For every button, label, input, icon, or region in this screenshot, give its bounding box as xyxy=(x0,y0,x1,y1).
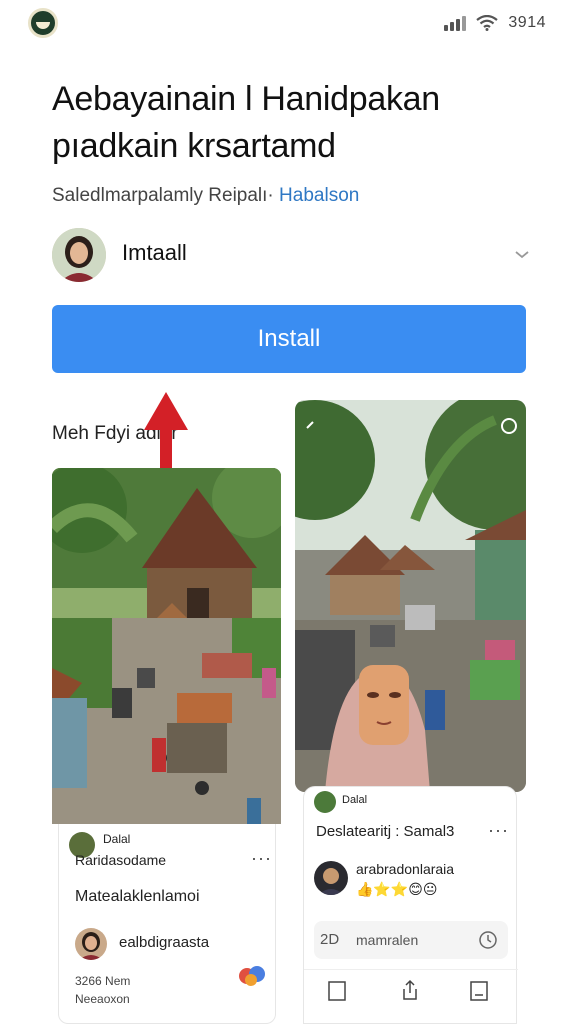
card-title: Deslatearitj : Samal3 xyxy=(316,823,455,840)
clock-icon[interactable] xyxy=(478,930,498,950)
left-card-info: Dalal Raridasodame ··· Matealaklenlamoi … xyxy=(58,824,276,1024)
bookmark-icon[interactable] xyxy=(470,981,488,1001)
app-meta-line: Saledlmarpalamly Reipalı· Habalson xyxy=(52,185,359,207)
cellular-signal-icon xyxy=(444,15,467,31)
comment-input[interactable]: 2D mamralen xyxy=(314,921,508,959)
account-name: Imtaall xyxy=(122,240,187,265)
screenshot-card-left[interactable]: Dalal Raridasodame ··· Matealaklenlamoi … xyxy=(52,468,281,1024)
reaction-badge-icon xyxy=(237,964,267,988)
chevron-down-icon[interactable] xyxy=(512,244,532,264)
commenter-name: ealbdigraasta xyxy=(119,934,210,951)
more-horizontal-icon[interactable]: ··· xyxy=(488,820,509,841)
card-account-label: Dalal xyxy=(103,832,131,846)
install-button[interactable]: Install xyxy=(52,305,526,373)
more-horizontal-icon[interactable]: ··· xyxy=(251,848,272,869)
comment-placeholder: mamralen xyxy=(356,932,419,948)
share-icon[interactable] xyxy=(400,979,420,1001)
status-time: 3914 xyxy=(508,14,546,31)
street-photo xyxy=(295,400,526,792)
card-account-sub: Raridasodame xyxy=(75,852,167,868)
village-photo xyxy=(52,468,281,824)
app-logo-icon xyxy=(28,8,58,38)
account-avatar xyxy=(52,228,106,282)
card-footer-line2: Neeaoxon xyxy=(75,992,130,1006)
card-avatar xyxy=(314,791,336,813)
status-indicators: 3914 xyxy=(444,14,546,32)
commenter-name: arabradonlaraia xyxy=(356,861,455,877)
comment-count: 2D xyxy=(320,931,340,948)
page-title: Aebayainain l Hanidpakan pıadkain krsart… xyxy=(52,80,440,165)
right-card-info: Dalal Deslatearitj : Samal3 ··· arabrado… xyxy=(303,786,518,1024)
reactions-row: 👍⭐⭐😊😐 xyxy=(356,881,438,897)
wifi-icon xyxy=(476,15,499,31)
square-icon[interactable] xyxy=(328,981,346,1001)
card-caption: Matealaklenlamoi xyxy=(75,888,200,905)
card-footer-line1: 3266 Nem xyxy=(75,974,131,988)
account-selector[interactable]: Imtaall xyxy=(52,228,532,284)
card-header-label: Dalal xyxy=(342,794,368,806)
card-divider xyxy=(304,969,518,970)
app-meta-text: Saledlmarpalamly Reipalı· xyxy=(52,185,274,206)
status-bar: 3914 xyxy=(0,0,576,50)
commenter-avatar xyxy=(75,928,107,960)
developer-link[interactable]: Habalson xyxy=(279,185,359,206)
screenshot-card-right[interactable]: Dalal Deslatearitj : Samal3 ··· arabrado… xyxy=(295,400,526,1024)
commenter-avatar xyxy=(314,861,348,895)
